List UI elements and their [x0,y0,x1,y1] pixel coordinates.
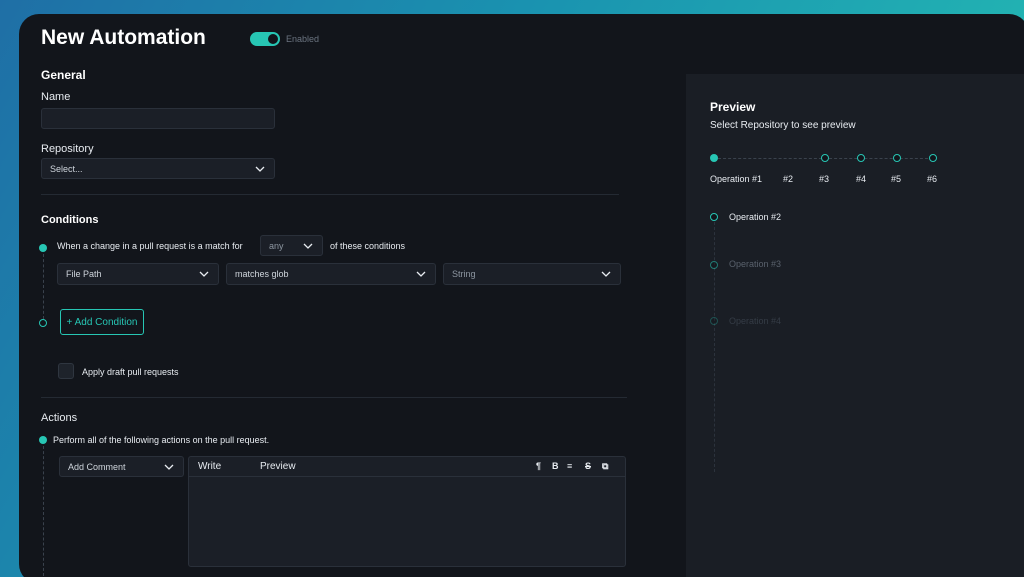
preview-panel: Preview Select Repository to see preview… [686,74,1024,577]
comment-editor[interactable]: Write Preview ¶ B ≡ S ⧉ [188,456,626,567]
step-label-3: #3 [819,174,830,184]
strikethrough-icon[interactable]: S [585,461,591,471]
operation-dot [710,317,718,325]
conditions-suffix: of these conditions [330,241,406,251]
add-condition-button[interactable]: + Add Condition [60,309,144,335]
condition-connector [43,254,44,319]
operation-item: Operation #2 [729,212,782,222]
step-dot-4 [893,154,901,162]
operation-dot [710,213,718,221]
match-mode-value: any [269,240,284,251]
automation-window: New Automation Enabled General Name Repo… [19,14,1024,577]
enabled-toggle-label: Enabled [286,34,320,44]
tab-preview[interactable]: Preview [260,461,296,472]
condition-operator-select[interactable]: matches glob [226,263,436,285]
draft-label: Apply draft pull requests [82,367,179,377]
chevron-down-icon [601,271,611,277]
draft-checkbox[interactable] [58,363,74,379]
condition-field-select[interactable]: File Path [57,263,219,285]
action-connector [43,446,44,576]
copy-icon[interactable]: ⧉ [602,461,608,472]
step-dot-1 [710,154,718,162]
operation-dot [710,261,718,269]
editor-toolbar: Write Preview ¶ B ≡ S ⧉ [189,457,625,477]
general-heading: General [41,68,86,82]
section-divider [41,194,619,195]
step-label-6: #6 [927,174,938,184]
repository-select[interactable]: Select... [41,158,275,179]
step-dot-5 [929,154,937,162]
repository-label: Repository [41,143,94,155]
step-label-5: #5 [891,174,902,184]
preview-title: Preview [710,100,756,114]
operation-item: Operation #4 [729,316,782,326]
name-label: Name [41,91,71,103]
tab-write[interactable]: Write [198,461,221,472]
step-dot-2 [821,154,829,162]
action-type-select[interactable]: Add Comment [59,456,184,477]
actions-heading: Actions [41,412,78,424]
operation-item: Operation #3 [729,259,782,269]
chevron-down-icon [255,166,265,172]
condition-value-select[interactable]: String [443,263,621,285]
step-label-1: Operation #1 [710,174,763,184]
add-condition-step-dot [39,319,47,327]
chevron-down-icon [164,464,174,470]
conditions-heading: Conditions [41,214,99,226]
chevron-down-icon [416,271,426,277]
name-input[interactable] [41,108,275,129]
page-title: New Automation [41,26,206,49]
list-icon[interactable]: ≡ [567,461,572,471]
conditions-prefix: When a change in a pull request is a mat… [57,241,243,251]
enabled-toggle[interactable] [250,32,280,46]
repository-select-value: Select... [50,163,83,174]
step-label-4: #4 [856,174,867,184]
condition-operator-value: matches glob [235,269,289,279]
condition-field-value: File Path [66,269,102,279]
preview-subtitle: Select Repository to see preview [710,120,856,131]
actions-description: Perform all of the following actions on … [53,435,270,445]
action-step-dot [39,436,47,444]
condition-value-placeholder: String [452,269,476,279]
operations-connector [714,222,715,472]
bold-icon[interactable]: B [552,461,559,471]
step-dot-3 [857,154,865,162]
condition-step-dot [39,244,47,252]
chevron-down-icon [199,271,209,277]
chevron-down-icon [303,243,313,249]
paragraph-icon[interactable]: ¶ [536,461,541,471]
section-divider [41,397,627,398]
action-type-value: Add Comment [68,461,126,472]
step-label-2: #2 [783,174,794,184]
match-mode-select[interactable]: any [260,235,323,256]
